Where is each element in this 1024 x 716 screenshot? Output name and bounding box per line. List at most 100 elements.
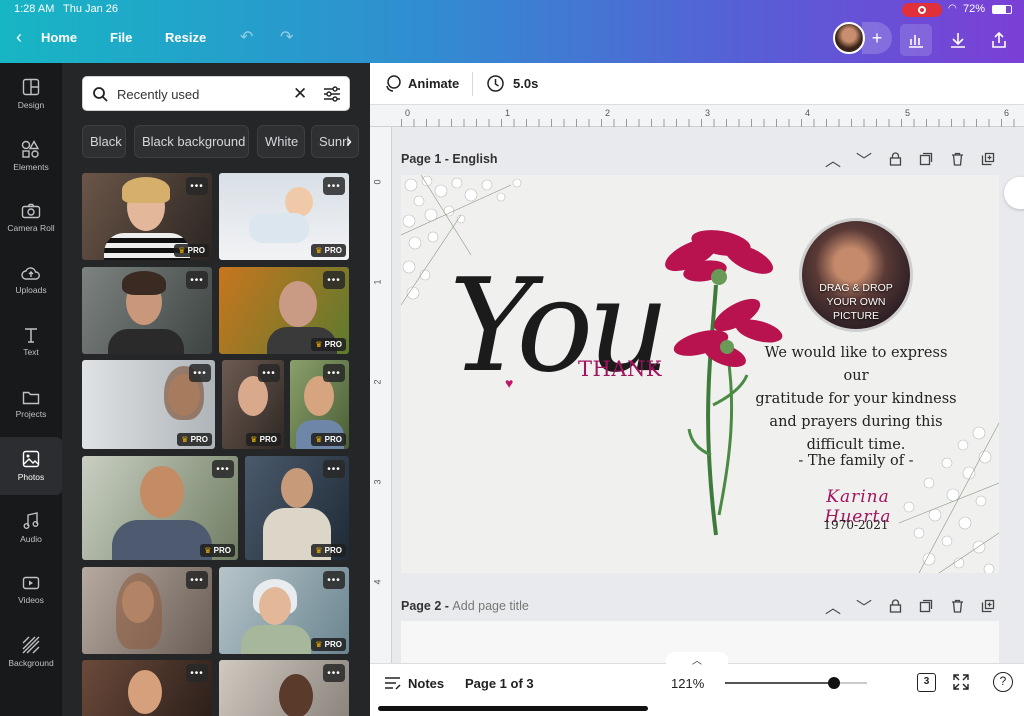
photo-item[interactable]: ••• PRO: [219, 267, 349, 354]
wifi-icon: ◠: [948, 3, 957, 14]
more-options-icon[interactable]: •••: [323, 571, 345, 589]
download-icon[interactable]: [942, 24, 974, 56]
fullscreen-icon[interactable]: [953, 674, 969, 690]
rail-videos[interactable]: Videos: [0, 561, 62, 619]
filter-icon[interactable]: [323, 86, 341, 102]
page-title[interactable]: Page 1 - English: [401, 152, 498, 166]
resize-button[interactable]: Resize: [165, 30, 206, 45]
video-icon: [22, 576, 40, 590]
photo-item[interactable]: ••• PRO: [222, 360, 284, 449]
rail-background[interactable]: Background: [0, 623, 62, 681]
chevron-up-icon[interactable]: ︿: [824, 150, 842, 170]
file-menu[interactable]: File: [110, 30, 132, 45]
insights-icon[interactable]: [900, 24, 932, 56]
chevron-down-icon[interactable]: ﹀: [855, 597, 873, 617]
zoom-slider[interactable]: [725, 677, 867, 689]
rail-camera-roll[interactable]: Camera Roll: [0, 189, 62, 247]
chevron-up-icon[interactable]: ︿: [824, 597, 842, 617]
lock-icon[interactable]: [886, 597, 904, 615]
music-note-icon: [23, 512, 39, 529]
layout-icon: [22, 78, 40, 96]
more-options-icon[interactable]: •••: [186, 271, 208, 289]
more-options-icon[interactable]: •••: [212, 460, 234, 478]
more-options-icon[interactable]: •••: [323, 271, 345, 289]
trash-icon[interactable]: [948, 150, 966, 168]
more-options-icon[interactable]: •••: [323, 460, 345, 478]
add-page-title-placeholder[interactable]: Add page title: [452, 599, 528, 613]
help-icon[interactable]: ?: [993, 672, 1013, 692]
add-page-icon[interactable]: [979, 150, 997, 168]
expand-chevron-icon[interactable]: ︿: [666, 652, 728, 667]
animate-button[interactable]: Animate: [408, 76, 459, 91]
more-options-icon[interactable]: •••: [323, 177, 345, 195]
thank-you-message[interactable]: We would like to express our gratitude f…: [753, 342, 959, 457]
chevron-down-icon[interactable]: ﹀: [855, 150, 873, 170]
share-icon[interactable]: [983, 24, 1015, 56]
notes-icon[interactable]: [384, 676, 401, 691]
photo-item[interactable]: •••: [82, 660, 212, 716]
notes-button[interactable]: Notes: [408, 676, 444, 691]
back-chevron-icon[interactable]: ‹: [16, 27, 22, 48]
add-page-icon[interactable]: [979, 597, 997, 615]
rail-photos[interactable]: Photos: [0, 437, 62, 495]
duplicate-page-icon[interactable]: [917, 150, 935, 168]
lock-icon[interactable]: [886, 150, 904, 168]
redo-icon[interactable]: ↷: [280, 27, 293, 47]
zoom-level[interactable]: 121%: [671, 676, 704, 691]
photo-item[interactable]: ••• PRO: [219, 567, 349, 654]
clear-icon[interactable]: ✕: [293, 84, 307, 104]
battery-icon: [992, 5, 1012, 14]
chip-black[interactable]: Black: [82, 125, 126, 158]
page-side-tab[interactable]: [1004, 177, 1024, 209]
more-options-icon[interactable]: •••: [258, 364, 280, 382]
photo-item[interactable]: •••: [219, 660, 349, 716]
design-page[interactable]: You ♥ THANK DRAG & DROP YOUR OWN PICTURE: [401, 175, 999, 573]
pattern-icon: [22, 636, 40, 654]
folder-icon: [22, 391, 40, 405]
shapes-icon: [21, 140, 40, 158]
battery-percent: 72%: [963, 3, 986, 15]
photo-item[interactable]: ••• PRO: [219, 173, 349, 260]
more-options-icon[interactable]: •••: [323, 664, 345, 682]
photo-placeholder-frame[interactable]: DRAG & DROP YOUR OWN PICTURE: [799, 218, 913, 332]
search-input[interactable]: Recently used: [117, 87, 199, 102]
photo-item[interactable]: •••: [82, 267, 212, 354]
side-rail: Design Elements Camera Roll Uploads Text…: [0, 63, 62, 716]
add-collaborator-button[interactable]: +: [862, 22, 892, 54]
duration-button[interactable]: 5.0s: [513, 76, 538, 91]
rail-audio[interactable]: Audio: [0, 499, 62, 557]
photo-item[interactable]: ••• PRO: [82, 173, 212, 260]
avatar[interactable]: [833, 22, 865, 54]
chip-scroll-right-icon[interactable]: ›: [346, 131, 352, 152]
home-button[interactable]: Home: [41, 30, 77, 45]
status-time: 1:28 AM: [14, 3, 55, 15]
page-indicator[interactable]: Page 1 of 3: [465, 676, 534, 691]
photo-item[interactable]: ••• PRO: [245, 456, 349, 560]
photo-item[interactable]: ••• PRO: [82, 456, 238, 560]
page-2-title[interactable]: Page 2 - Add page title: [401, 599, 529, 613]
page-count-icon[interactable]: 3: [917, 673, 936, 692]
search-bar[interactable]: Recently used ✕: [82, 76, 350, 111]
trash-icon[interactable]: [948, 597, 966, 615]
duplicate-page-icon[interactable]: [917, 597, 935, 615]
more-options-icon[interactable]: •••: [186, 664, 208, 682]
chip-white[interactable]: White: [257, 125, 305, 158]
rail-design[interactable]: Design: [0, 65, 62, 123]
rail-uploads[interactable]: Uploads: [0, 251, 62, 309]
chip-black-background[interactable]: Black background: [134, 125, 249, 158]
zoom-slider-thumb[interactable]: [828, 677, 840, 689]
years-text[interactable]: 1970-2021: [811, 518, 901, 532]
more-options-icon[interactable]: •••: [186, 571, 208, 589]
rail-text[interactable]: Text: [0, 313, 62, 371]
family-of-text[interactable]: - The family of -: [781, 453, 931, 469]
undo-icon[interactable]: ↶: [240, 27, 253, 47]
rail-elements[interactable]: Elements: [0, 127, 62, 185]
photo-item[interactable]: •••: [82, 567, 212, 654]
photo-item[interactable]: ••• PRO: [290, 360, 349, 449]
photo-item[interactable]: ••• PRO: [82, 360, 215, 449]
more-options-icon[interactable]: •••: [189, 364, 211, 382]
more-options-icon[interactable]: •••: [323, 364, 345, 382]
home-indicator: [378, 706, 648, 711]
rail-projects[interactable]: Projects: [0, 375, 62, 433]
more-options-icon[interactable]: •••: [186, 177, 208, 195]
